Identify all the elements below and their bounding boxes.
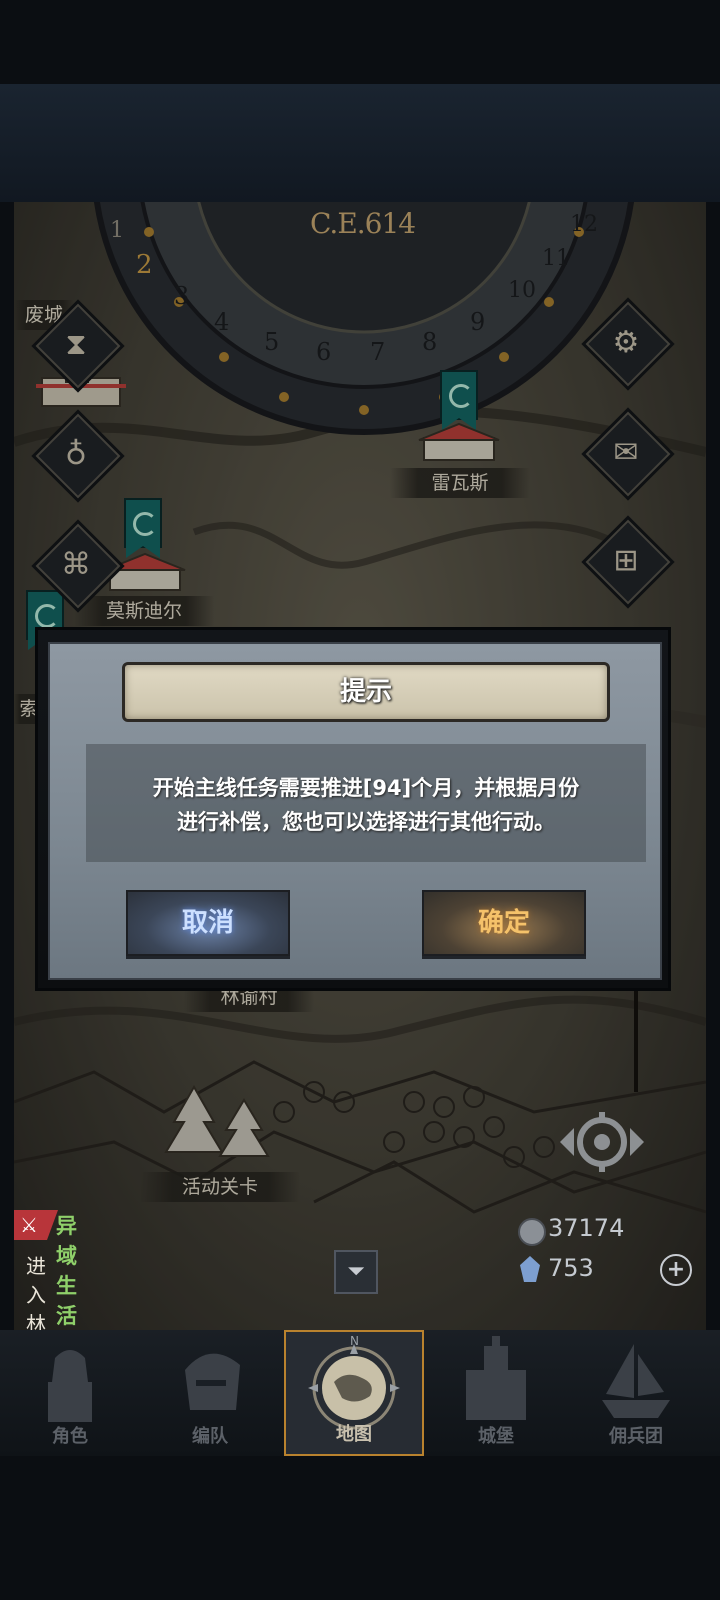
add-resource-button[interactable]: + [660,1254,692,1286]
cancel-button-label: 取消 [181,908,234,938]
nav-tab-label: 编队 [192,1426,228,1447]
nav-tab-map[interactable]: N 地图 [284,1330,424,1456]
dialog-title: 提示 [339,677,392,707]
chevron-down-icon: ⏷ [347,1259,365,1284]
bottom-nav: 角色 编队 N 地图 城堡 佣兵团 [0,1330,720,1456]
coin-counter: 37174 [518,1214,648,1246]
nav-tab-label: 角色 [52,1426,88,1447]
nav-tab-mercenary[interactable]: 佣兵团 [566,1330,706,1456]
compass-letter: N [350,1334,359,1348]
plus-icon: + [666,1257,686,1282]
quest-title: 异域生活 [56,1214,77,1328]
dialog-message: 开始主线任务需要推进[94]个月，并根据月份 进行补偿，您也可以选择进行其他行动… [86,744,646,862]
collapse-button[interactable]: ⏷ [334,1250,378,1294]
confirm-button[interactable]: 确定 [422,890,586,956]
confirm-dialog: 提示 开始主线任务需要推进[94]个月，并根据月份 进行补偿，您也可以选择进行其… [38,630,668,988]
coin-amount: 37174 [548,1214,625,1242]
crystal-amount: 753 [548,1254,594,1282]
crystal-icon [520,1256,540,1282]
quest-subtitle: 进入林谕村 [26,1254,46,1336]
crystal-counter: 753 [518,1254,648,1286]
knight-icon [48,1350,92,1422]
dialog-title-banner: 提示 [122,662,610,722]
dialog-message-line-1: 开始主线任务需要推进[94]个月，并根据月份 [152,776,580,800]
coin-icon [518,1218,546,1246]
nav-tab-label: 地图 [336,1424,372,1445]
nav-tab-formation[interactable]: 编队 [140,1330,280,1456]
confirm-button-label: 确定 [477,908,530,938]
castle-icon [466,1336,526,1420]
nav-tab-label: 佣兵团 [609,1426,663,1447]
dialog-panel: 提示 开始主线任务需要推进[94]个月，并根据月份 进行补偿，您也可以选择进行其… [48,642,662,980]
nav-tab-label: 城堡 [478,1426,514,1447]
nav-tab-character[interactable]: 角色 [0,1330,140,1456]
cancel-button[interactable]: 取消 [126,890,290,956]
top-bar [0,84,720,202]
dialog-message-line-2: 进行补偿，您也可以选择进行其他行动。 [177,810,555,834]
ship-icon [602,1344,670,1418]
nav-tab-castle[interactable]: 城堡 [426,1330,566,1456]
helmet-icon [185,1353,240,1410]
